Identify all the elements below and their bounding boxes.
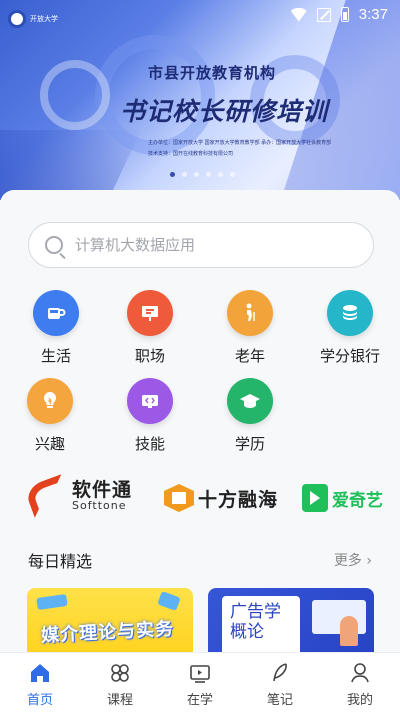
card-decoration (36, 593, 68, 611)
card-decoration (157, 591, 181, 611)
status-time: 3:37 (358, 6, 388, 23)
category-career[interactable]: 职场 (110, 290, 190, 366)
code-screen-icon (127, 378, 173, 424)
nav-label: 我的 (346, 693, 373, 708)
logo-icon (8, 10, 26, 28)
carousel-dot[interactable] (218, 172, 223, 177)
category-elderly[interactable]: 老年 (210, 290, 290, 366)
category-interest[interactable]: 兴趣 (10, 378, 90, 454)
nav-item-course[interactable]: 课程 (80, 653, 160, 712)
banner-decoration (40, 60, 110, 130)
partner-iqiyi[interactable]: 爱奇艺 (302, 484, 383, 512)
main-content: 生活 职场 老年 学分银行 兴趣 技能 学历 (0, 190, 400, 663)
presentation-icon (127, 290, 173, 336)
graduation-cap-icon (227, 378, 273, 424)
partner-shifang[interactable]: 十方融海 (164, 484, 278, 512)
partner-name: 爱奇艺 (332, 490, 383, 511)
bottom-navigation: 首页 课程 在学 笔记 我的 (0, 652, 400, 712)
nav-label: 课程 (106, 693, 133, 708)
banner-support-line: 技术支持：国开在线教育科技有限公司 (148, 151, 234, 157)
partner-logos: 软件通 Softtone 十方融海 爱奇艺 (0, 474, 400, 520)
course-card-title: 媒介理论与实务 (40, 618, 175, 647)
course-card-title: 概论 (230, 622, 264, 643)
category-degree[interactable]: 学历 (210, 378, 290, 454)
battery-icon (340, 7, 349, 22)
section-title-daily: 每日精选 (28, 552, 93, 571)
carousel-indicator[interactable] (170, 172, 235, 177)
course-card-title: 广告学 (230, 602, 281, 622)
nav-item-notes[interactable]: 笔记 (240, 653, 320, 712)
search-input[interactable] (75, 236, 335, 254)
category-label: 学历 (234, 435, 265, 453)
home-icon (31, 664, 49, 682)
search-bar[interactable] (28, 222, 374, 268)
search-icon (45, 236, 63, 254)
partner-subname: Softtone (72, 499, 127, 512)
course-card-title-box: 广告学 概论 (222, 596, 300, 660)
softtone-logo-icon (23, 474, 73, 518)
category-label: 兴趣 (34, 435, 65, 453)
nav-label: 在学 (186, 693, 213, 708)
banner-subtitle: 市县开放教育机构 (148, 64, 277, 82)
carousel-dot[interactable] (206, 172, 211, 177)
category-label: 职场 (134, 347, 165, 365)
category-label: 技能 (134, 435, 165, 453)
category-skills[interactable]: 技能 (110, 378, 190, 454)
nav-item-home[interactable]: 首页 (0, 653, 80, 712)
shifang-logo-icon (164, 484, 194, 512)
partner-name: 十方融海 (198, 488, 279, 511)
profile-icon (351, 663, 369, 683)
no-signal-icon (316, 7, 331, 22)
nav-label: 笔记 (266, 693, 293, 708)
carousel-dot[interactable] (194, 172, 199, 177)
carousel-dot[interactable] (230, 172, 235, 177)
nav-item-profile[interactable]: 我的 (320, 653, 400, 712)
carousel-dot[interactable] (182, 172, 187, 177)
nav-label: 首页 (26, 693, 53, 708)
course-icon (111, 664, 129, 682)
category-label: 生活 (40, 347, 71, 365)
iqiyi-logo-icon (302, 484, 328, 512)
logo-text: 开放大学 (30, 15, 58, 23)
studying-icon (190, 665, 210, 683)
wifi-icon (290, 7, 307, 22)
category-life[interactable]: 生活 (16, 290, 96, 366)
category-label: 学分银行 (319, 347, 380, 365)
partner-softtone[interactable]: 软件通 Softtone (23, 474, 133, 518)
cup-icon (33, 290, 79, 336)
coin-stack-icon (327, 290, 373, 336)
card-illustration (340, 616, 358, 646)
more-link[interactable]: 更多 › (334, 550, 372, 570)
partner-name: 软件通 (72, 479, 133, 501)
carousel-dot[interactable] (170, 172, 175, 177)
lightbulb-icon (27, 378, 73, 424)
elderly-icon (227, 290, 273, 336)
promo-banner[interactable]: 开放大学 3:37 市县开放教育机构 书记校长研修培训 主办单位：国家开放大学 … (0, 0, 400, 200)
banner-organizer-line: 主办单位：国家开放大学 国家开放大学教育教学部 承办：国家开放大学社会教育部 (148, 140, 332, 146)
nav-item-studying[interactable]: 在学 (160, 653, 240, 712)
banner-title: 书记校长研修培训 (120, 97, 329, 126)
app-logo: 开放大学 (8, 10, 58, 28)
note-icon (273, 663, 287, 682)
category-credit-bank[interactable]: 学分银行 (310, 290, 390, 366)
status-bar: 3:37 (290, 6, 388, 23)
category-label: 老年 (234, 347, 265, 365)
